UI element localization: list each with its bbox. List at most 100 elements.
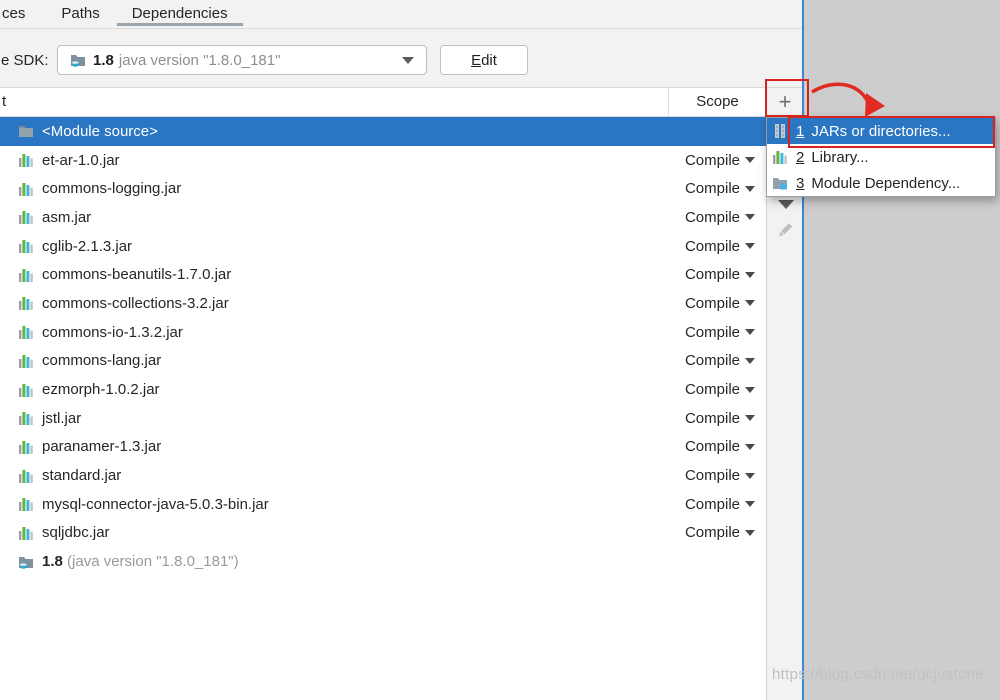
scope-value: Compile	[684, 524, 740, 542]
module-sdk-select[interactable]: 1.8 java version "1.8.0_181"	[57, 45, 427, 75]
scope-dropdown[interactable]: Compile	[668, 180, 766, 197]
row-label: jstl.jar	[42, 409, 82, 427]
row-label: commons-beanutils-1.7.0.jar	[42, 266, 232, 284]
jar-icon	[772, 123, 788, 139]
library-icon	[18, 496, 34, 512]
table-row[interactable]: sqljdbc.jar Compile	[0, 519, 766, 548]
scope-value: Compile	[684, 352, 740, 370]
scope-value: Compile	[684, 381, 740, 399]
row-label: commons-io-1.3.2.jar	[42, 323, 183, 341]
library-icon	[18, 152, 34, 168]
scope-value: Compile	[684, 495, 740, 513]
library-icon	[18, 267, 34, 283]
tab-dependencies[interactable]: Dependencies	[116, 0, 243, 29]
table-row[interactable]: jstl.jar Compile	[0, 404, 766, 433]
scope-value: Compile	[684, 294, 740, 312]
scope-dropdown[interactable]: Compile	[668, 496, 766, 513]
watermark: https://blog.csdn.net/qcjustone	[772, 666, 984, 683]
table-header: t Scope	[0, 88, 766, 117]
chevron-down-icon	[745, 472, 755, 479]
screenshot-root: ces Paths Dependencies e SDK: 1.8 java v…	[0, 0, 1000, 700]
sdk-version-detail: java version "1.8.0_181"	[118, 51, 281, 69]
chevron-down-icon	[745, 501, 755, 508]
move-down-icon[interactable]	[778, 200, 794, 209]
scope-value: Compile	[684, 323, 740, 341]
export-column-header: t	[2, 93, 7, 110]
row-label: sqljdbc.jar	[42, 524, 110, 542]
table-row[interactable]: ezmorph-1.0.2.jar Compile	[0, 375, 766, 404]
scope-column-header: Scope	[668, 88, 766, 116]
edit-button[interactable]: Edit	[440, 45, 528, 75]
scope-dropdown[interactable]: Compile	[668, 524, 766, 541]
chevron-down-icon	[745, 271, 755, 278]
scope-dropdown[interactable]: Compile	[668, 352, 766, 369]
row-label: cglib-2.1.3.jar	[42, 237, 133, 255]
popup-item[interactable]: 2 Library...	[767, 144, 995, 170]
table-row[interactable]: mysql-connector-java-5.0.3-bin.jar Compil…	[0, 490, 766, 519]
library-icon	[18, 181, 34, 197]
table-row[interactable]: cglib-2.1.3.jar Compile	[0, 232, 766, 261]
scope-value: Compile	[684, 266, 740, 284]
table-row[interactable]: <Module source>	[0, 117, 766, 146]
table-row[interactable]: et-ar-1.0.jar Compile	[0, 146, 766, 175]
table-row[interactable]: commons-beanutils-1.7.0.jar Compile	[0, 260, 766, 289]
library-icon	[18, 238, 34, 254]
table-row[interactable]: commons-io-1.3.2.jar Compile	[0, 318, 766, 347]
table-row[interactable]: paranamer-1.3.jar Compile	[0, 433, 766, 462]
table-row[interactable]: 1.8 (java version "1.8.0_181")	[0, 547, 766, 576]
scope-dropdown[interactable]: Compile	[668, 324, 766, 341]
library-icon	[18, 382, 34, 398]
library-icon	[18, 324, 34, 340]
sdk-icon	[18, 554, 34, 570]
chevron-down-icon	[745, 415, 755, 422]
table-row[interactable]: commons-collections-3.2.jar Compile	[0, 289, 766, 318]
row-label: mysql-connector-java-5.0.3-bin.jar	[42, 495, 269, 513]
scope-dropdown[interactable]: Compile	[668, 467, 766, 484]
popup-item[interactable]: 3 Module Dependency...	[767, 170, 995, 196]
row-label: commons-collections-3.2.jar	[42, 294, 229, 312]
library-icon	[772, 149, 788, 165]
tab-sources[interactable]: ces	[2, 0, 25, 29]
sdk-version: 1.8	[93, 51, 114, 69]
pencil-icon[interactable]	[775, 220, 795, 245]
table-row[interactable]: commons-lang.jar Compile	[0, 347, 766, 376]
row-label: commons-lang.jar	[42, 352, 162, 370]
tab-paths[interactable]: Paths	[61, 0, 99, 29]
chevron-down-icon	[745, 243, 755, 250]
scope-value: Compile	[684, 237, 740, 255]
chevron-down-icon	[402, 56, 414, 64]
chevron-down-icon	[745, 214, 755, 221]
scope-dropdown[interactable]: Compile	[668, 266, 766, 283]
library-icon	[18, 353, 34, 369]
popup-item-mnemonic: 2	[796, 148, 805, 166]
popup-item-mnemonic: 3	[796, 174, 805, 192]
scope-dropdown[interactable]: Compile	[668, 209, 766, 226]
scope-dropdown[interactable]: Compile	[668, 295, 766, 312]
scope-dropdown[interactable]: Compile	[668, 238, 766, 255]
table-row[interactable]: standard.jar Compile	[0, 461, 766, 490]
row-label: ezmorph-1.0.2.jar	[42, 381, 160, 399]
dependency-rows: <Module source> et-ar-1.0.jar Compile commo…	[0, 117, 766, 576]
row-label: 1.8 (java version "1.8.0_181")	[42, 553, 239, 571]
table-row[interactable]: asm.jar Compile	[0, 203, 766, 232]
row-label: paranamer-1.3.jar	[42, 438, 162, 456]
popup-item[interactable]: 1 JARs or directories...	[767, 116, 995, 148]
chevron-down-icon	[745, 529, 755, 536]
row-label: <Module source>	[42, 122, 158, 140]
scope-dropdown[interactable]: Compile	[668, 381, 766, 398]
add-dependency-button[interactable]: +	[767, 88, 803, 117]
scope-value: Compile	[684, 438, 740, 456]
library-icon	[18, 439, 34, 455]
sdk-icon	[70, 52, 86, 68]
module-sdk-label: e SDK:	[1, 52, 49, 69]
table-row[interactable]: commons-logging.jar Compile	[0, 174, 766, 203]
project-structure-dialog: ces Paths Dependencies e SDK: 1.8 java v…	[0, 0, 804, 700]
module-icon	[772, 175, 788, 191]
scope-dropdown[interactable]: Compile	[668, 152, 766, 169]
popup-item-label: Library...	[811, 148, 869, 166]
popup-item-label: Module Dependency...	[811, 174, 961, 192]
row-label: et-ar-1.0.jar	[42, 151, 120, 169]
scope-dropdown[interactable]: Compile	[668, 410, 766, 427]
library-icon	[18, 468, 34, 484]
scope-dropdown[interactable]: Compile	[668, 438, 766, 455]
